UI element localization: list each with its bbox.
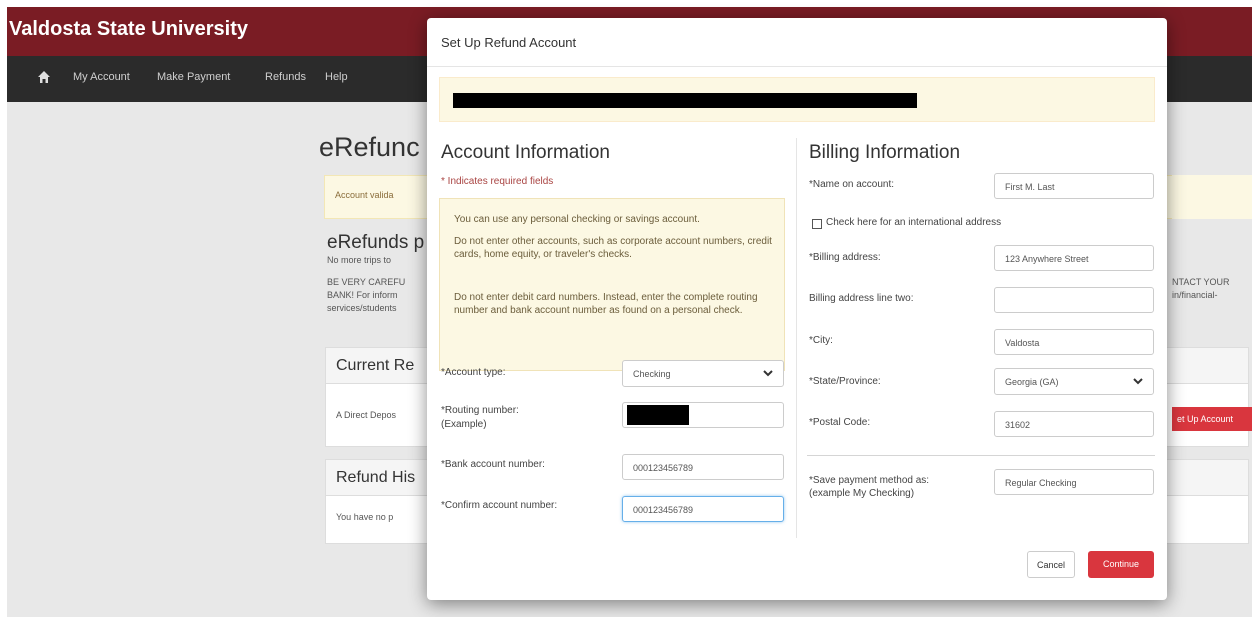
bank-account-label: *Bank account number:	[441, 459, 545, 470]
postal-code-input[interactable]: 31602	[994, 411, 1154, 437]
account-type-label: *Account type:	[441, 367, 506, 378]
intro-text: No more trips to	[327, 255, 392, 265]
billing-address-2-input[interactable]	[994, 287, 1154, 313]
billing-divider	[807, 455, 1155, 456]
save-payment-label: *Save payment method as:	[809, 475, 930, 486]
postal-code-label: *Postal Code:	[809, 417, 871, 428]
brand-name[interactable]: Valdosta State University	[9, 18, 248, 41]
redacted-routing-number	[627, 405, 689, 425]
modal-title: Set Up Refund Account	[441, 35, 577, 50]
name-on-account-label: *Name on account:	[809, 179, 895, 190]
city-label: *City:	[809, 335, 833, 346]
set-up-account-button[interactable]: et Up Account	[1172, 407, 1252, 431]
warning-text-right-1: NTACT YOUR	[1172, 277, 1230, 287]
billing-address-label: *Billing address:	[809, 252, 881, 263]
required-fields-note: * Indicates required fields	[441, 176, 554, 187]
billing-info-heading: Billing Information	[809, 142, 961, 163]
chevron-down-icon	[1133, 378, 1143, 385]
warning-text-3: services/students	[327, 303, 397, 313]
warning-text-1: BE VERY CAREFU	[327, 277, 406, 287]
nav-make-payment[interactable]: Make Payment	[157, 71, 230, 83]
state-select[interactable]: Georgia (GA)	[994, 368, 1154, 395]
billing-address-2-label: Billing address line two:	[809, 293, 914, 304]
save-payment-input[interactable]: Regular Checking	[994, 469, 1154, 495]
column-divider	[796, 138, 797, 538]
notice-text-3: Do not enter debit card numbers. Instead…	[454, 292, 758, 316]
continue-button[interactable]: Continue	[1088, 551, 1154, 578]
modal-alert	[439, 77, 1155, 122]
account-type-select[interactable]: Checking	[622, 360, 784, 387]
international-address-label[interactable]: Check here for an international address	[826, 217, 1001, 228]
chevron-down-icon	[763, 370, 773, 377]
section-title: eRefunds p	[327, 232, 425, 253]
confirm-account-input[interactable]: 000123456789	[622, 496, 784, 522]
account-info-heading: Account Information	[441, 142, 610, 163]
refund-account-modal: Set Up Refund Account Account Informatio…	[427, 18, 1167, 600]
warning-text-2: BANK! For inform	[327, 290, 398, 300]
routing-number-label: *Routing number:	[441, 405, 519, 416]
routing-example-link[interactable]: (Example)	[441, 418, 487, 431]
account-alert-right	[1172, 175, 1252, 219]
city-input[interactable]: Valdosta	[994, 329, 1154, 355]
nav-my-account[interactable]: My Account	[73, 71, 130, 83]
bank-account-input[interactable]: 000123456789	[622, 454, 784, 480]
page-title: eRefunc	[319, 132, 420, 162]
notice-text-1: You can use any personal checking or sav…	[454, 214, 700, 225]
international-address-checkbox[interactable]	[812, 219, 822, 229]
billing-address-input[interactable]: 123 Anywhere Street	[994, 245, 1154, 271]
notice-text-2: Do not enter other accounts, such as cor…	[454, 236, 772, 260]
warning-text-right-2: in/financial-	[1172, 290, 1218, 300]
cancel-button[interactable]: Cancel	[1027, 551, 1075, 578]
redacted-message	[453, 93, 917, 108]
modal-header: Set Up Refund Account	[427, 18, 1167, 67]
save-payment-example: (example My Checking)	[809, 488, 915, 499]
nav-refunds[interactable]: Refunds	[265, 71, 306, 83]
name-on-account-input[interactable]: First M. Last	[994, 173, 1154, 199]
state-label: *State/Province:	[809, 376, 881, 387]
confirm-account-label: *Confirm account number:	[441, 500, 558, 511]
account-info-notice: You can use any personal checking or sav…	[439, 198, 785, 371]
routing-number-input[interactable]	[622, 402, 784, 428]
nav-help[interactable]: Help	[325, 71, 348, 83]
home-icon[interactable]	[37, 70, 51, 84]
